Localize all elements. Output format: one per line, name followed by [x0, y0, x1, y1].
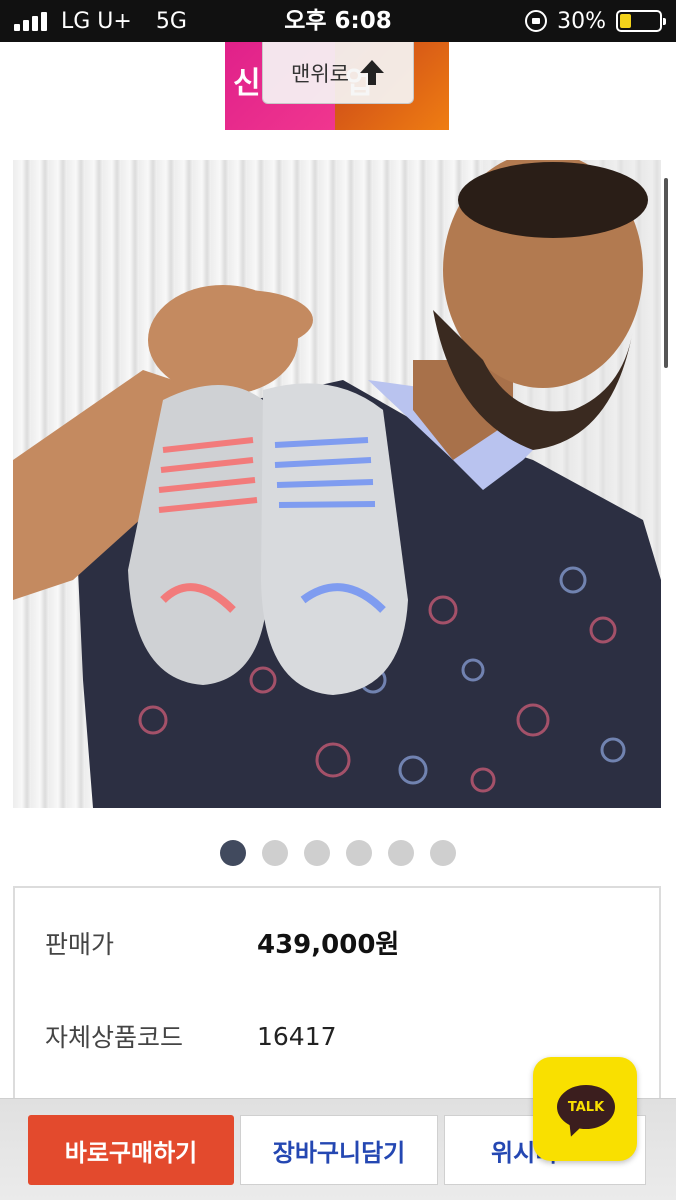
product-code-value: 16417	[257, 1021, 337, 1051]
add-to-cart-button[interactable]: 장바구니담기	[240, 1115, 438, 1185]
price-value: 439,000원	[257, 930, 400, 960]
battery-percent: 30%	[557, 8, 606, 34]
carousel-dot[interactable]	[430, 840, 456, 866]
scroll-to-top-button[interactable]: 맨위로	[262, 42, 414, 104]
scroll-to-top-label: 맨위로	[291, 61, 349, 86]
carousel-dot[interactable]	[262, 840, 288, 866]
product-code-row: 자체상품코드 16417	[45, 1018, 337, 1054]
carousel-dot[interactable]	[304, 840, 330, 866]
talk-chat-icon: TALK	[557, 1085, 615, 1129]
scroll-indicator[interactable]	[664, 178, 668, 368]
kakao-talk-button[interactable]: TALK	[533, 1057, 637, 1161]
buy-now-button[interactable]: 바로구매하기	[28, 1115, 234, 1185]
product-photo-illustration	[13, 160, 661, 808]
price-row: 판매가 439,000원	[45, 924, 399, 961]
carousel-dot[interactable]	[220, 840, 246, 866]
up-arrow-icon	[359, 59, 385, 86]
status-right: 30%	[525, 0, 666, 42]
price-label: 판매가	[45, 929, 115, 959]
status-bar: LG U+ 5G 오후 6:08 30%	[0, 0, 676, 42]
carousel-dot[interactable]	[388, 840, 414, 866]
battery-fill	[620, 14, 632, 28]
carousel-dots[interactable]	[0, 840, 676, 866]
product-code-label: 자체상품코드	[45, 1023, 184, 1052]
product-image[interactable]	[13, 160, 661, 808]
rotation-lock-icon	[525, 10, 548, 32]
carousel-dot[interactable]	[346, 840, 372, 866]
battery-icon	[616, 10, 666, 32]
